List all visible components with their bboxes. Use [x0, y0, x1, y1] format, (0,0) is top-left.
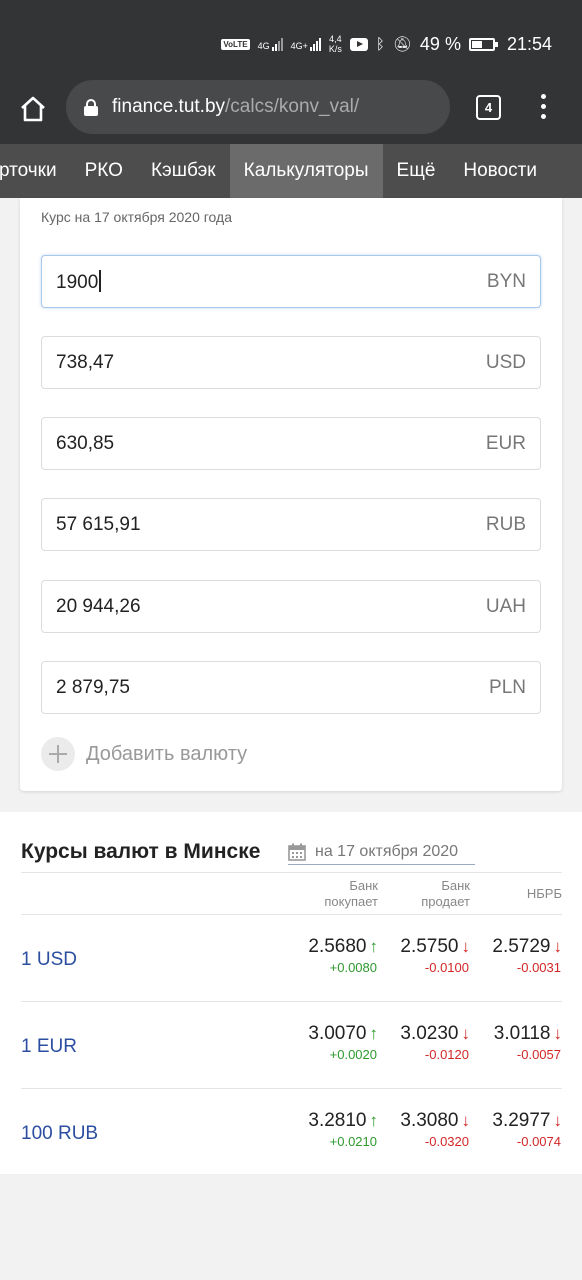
battery-icon [468, 37, 498, 51]
arrow-up-icon: ↑ [369, 1111, 379, 1130]
add-currency-label: Добавить валюту [86, 742, 248, 765]
calendar-icon[interactable] [288, 843, 306, 861]
rates-title: Курсы валют в Минске [21, 840, 261, 863]
col-header-bank-buys: Банк покупает [324, 878, 378, 909]
rate-cell-sell: 3.0230 ↓ -0.0120 [400, 1023, 470, 1062]
divider [21, 872, 562, 873]
arrow-down-icon: ↓ [461, 1024, 471, 1043]
home-icon[interactable] [18, 94, 48, 124]
rate-cell-nbrb: 3.0118 ↓ -0.0057 [493, 1023, 563, 1062]
url-domain: finance.tut.by [112, 96, 226, 117]
nav-item-calculators[interactable]: Калькуляторы [229, 144, 383, 198]
status-bar: VoLTE 4G 4G+ 4,4 K/s ᛒ 🔕︎ 49 % 21:54 [0, 0, 582, 78]
nav-item-rko[interactable]: РКО [71, 144, 137, 198]
rate-cell-sell: 2.5750 ↓ -0.0100 [400, 936, 470, 975]
currency-code: USD [485, 351, 526, 373]
exchange-rates-section: Курсы валют в Минске на 17 октября 2020 … [0, 812, 582, 1174]
currency-code: RUB [485, 513, 526, 535]
rate-row-usd: 1 USD 2.5680 ↑ +0.0080 2.5750 ↓ -0.0100 2.… [0, 915, 582, 1002]
lock-icon [84, 98, 98, 116]
converter-rate-date: Курс на 17 октября 2020 года [41, 209, 232, 225]
converter-card: Курс на 17 октября 2020 года 1900 BYN 73… [20, 198, 562, 791]
currency-code: EUR [485, 432, 526, 454]
nav-item-news[interactable]: Новости [449, 144, 551, 198]
amount-field-eur[interactable]: 630,85 EUR [41, 417, 541, 470]
rate-row-label[interactable]: 1 USD [21, 949, 77, 971]
net-speed: 4,4 K/s [328, 34, 342, 54]
youtube-icon [349, 37, 368, 51]
currency-code: UAH [485, 595, 526, 617]
arrow-up-icon: ↑ [369, 1024, 379, 1043]
amount-field-usd[interactable]: 738,47 USD [41, 336, 541, 389]
arrow-down-icon: ↓ [553, 937, 563, 956]
add-currency-button[interactable]: Добавить валюту [41, 737, 247, 771]
arrow-down-icon: ↓ [461, 1111, 471, 1130]
col-header-bank-sells: Банк продает [421, 878, 470, 909]
bluetooth-icon: ᛒ [375, 35, 385, 53]
amount-field-rub[interactable]: 57 615,91 RUB [41, 498, 541, 551]
rate-cell-sell: 3.3080 ↓ -0.0320 [400, 1110, 470, 1149]
currency-code: BYN [486, 270, 526, 292]
rates-date-picker[interactable]: на 17 октября 2020 [288, 843, 475, 865]
browser-toolbar: finance.tut.by/calcs/konv_val/ 4 [0, 78, 582, 144]
status-icons: VoLTE 4G 4G+ 4,4 K/s ᛒ 🔕︎ 49 % 21:54 [221, 30, 552, 58]
battery-percent: 49 % [419, 33, 461, 54]
more-menu-icon[interactable] [538, 94, 548, 122]
amount-field-pln[interactable]: 2 879,75 PLN [41, 661, 541, 714]
arrow-down-icon: ↓ [553, 1111, 563, 1130]
nav-item-more[interactable]: Ещё [383, 144, 450, 198]
signal-1-icon: 4G [258, 37, 283, 51]
col-header-nbrb: НБРБ [526, 886, 562, 901]
amount-field-uah[interactable]: 20 944,26 UAH [41, 580, 541, 633]
text-caret [99, 269, 101, 292]
arrow-down-icon: ↓ [553, 1024, 563, 1043]
rate-row-eur: 1 EUR 3.0070 ↑ +0.0020 3.0230 ↓ -0.0120 3.… [0, 1002, 582, 1089]
address-bar[interactable]: finance.tut.by/calcs/konv_val/ [66, 80, 450, 134]
rate-cell-buy: 2.5680 ↑ +0.0080 [308, 936, 378, 975]
arrow-down-icon: ↓ [461, 937, 471, 956]
volte-icon: VoLTE [221, 38, 250, 50]
arrow-up-icon: ↑ [369, 937, 379, 956]
rate-row-label[interactable]: 100 RUB [21, 1123, 98, 1145]
mute-bell-icon: 🔕︎ [392, 36, 412, 53]
site-nav: рточки РКО Кэшбэк Калькуляторы Ещё Новос… [0, 144, 582, 198]
rate-cell-buy: 3.2810 ↑ +0.0210 [308, 1110, 378, 1149]
currency-code: PLN [489, 676, 526, 698]
amount-field-byn[interactable]: 1900 BYN [41, 255, 541, 308]
clock: 21:54 [506, 33, 552, 54]
signal-2-icon: 4G+ [291, 37, 321, 51]
tab-switcher-button[interactable]: 4 [476, 95, 501, 120]
rate-row-rub: 100 RUB 3.2810 ↑ +0.0210 3.3080 ↓ -0.0320 … [0, 1089, 582, 1176]
nav-item-cards[interactable]: рточки [0, 144, 71, 198]
nav-item-cashback[interactable]: Кэшбэк [137, 144, 230, 198]
rate-row-label[interactable]: 1 EUR [21, 1036, 77, 1058]
url-path: /calcs/konv_val/ [225, 96, 360, 117]
rate-cell-nbrb: 2.5729 ↓ -0.0031 [492, 936, 562, 975]
plus-icon [41, 737, 75, 771]
rate-cell-nbrb: 3.2977 ↓ -0.0074 [492, 1110, 562, 1149]
rate-cell-buy: 3.0070 ↑ +0.0020 [308, 1023, 378, 1062]
